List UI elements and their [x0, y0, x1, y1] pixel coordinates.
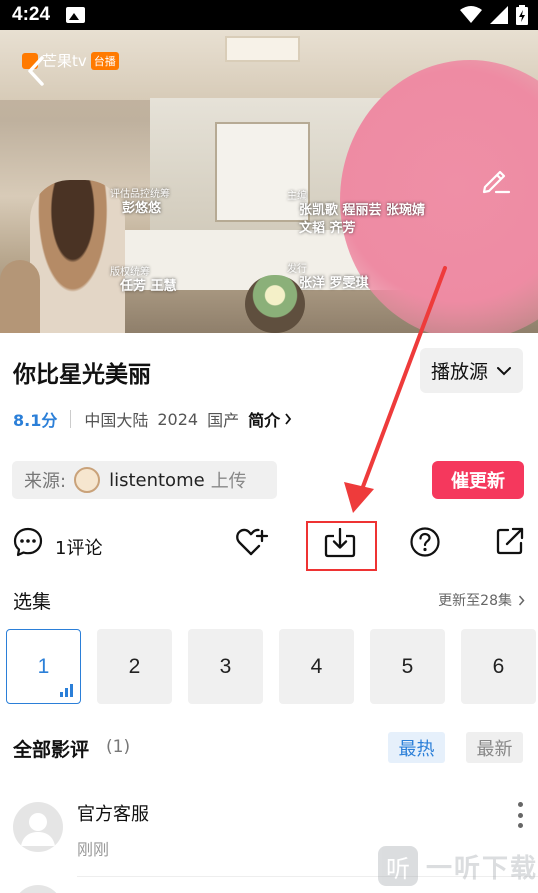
credit-block: 主编 张凯歌 程丽芸 张琬婧 文韬 齐芳	[287, 187, 425, 238]
credit-names: 张洋 罗雯琪	[299, 276, 369, 291]
watermark-logo: 听	[378, 846, 418, 886]
show-title: 你比星光美丽	[13, 362, 151, 388]
comment-button[interactable]	[12, 526, 44, 562]
origin-label: 国产	[207, 411, 240, 430]
sort-hot-tab[interactable]: 最热	[388, 732, 445, 763]
share-icon	[496, 527, 524, 555]
back-arrow-icon	[28, 56, 44, 86]
credit-names: 彭悠悠	[122, 201, 162, 216]
video-frame-person	[0, 260, 40, 333]
episode-item[interactable]: 1	[6, 629, 81, 704]
urge-update-button[interactable]: 催更新	[432, 461, 524, 499]
episode-item[interactable]: 3	[188, 629, 263, 704]
intro-label: 简介	[248, 411, 281, 430]
video-frame-light	[225, 36, 300, 62]
share-button[interactable]	[495, 526, 525, 560]
episode-item[interactable]: 4	[279, 629, 354, 704]
channel-logo-badge: 台播	[90, 51, 119, 70]
episodes-title: 选集	[13, 591, 52, 613]
cell-signal-icon	[490, 6, 508, 24]
more-options-button[interactable]	[512, 802, 528, 828]
episode-number: 6	[492, 654, 505, 678]
episode-list: 1 2 3 4 5 6	[6, 629, 536, 704]
status-icons	[460, 5, 528, 25]
score-badge: 8.1分	[13, 411, 58, 430]
credit-names: 张凯歌 程丽芸 张琬婧 文韬 齐芳	[299, 203, 426, 236]
credit-block: 评估品控统筹 彭悠悠	[110, 185, 170, 218]
video-player[interactable]: 芒果tv 台播 评估品控统筹 彭悠悠 版权统筹 任芳 王慧 主编 张凯歌 程丽芸…	[0, 30, 538, 333]
comment-count[interactable]: 1评论	[55, 534, 102, 560]
credit-block: 发行 张洋 罗雯琪	[287, 260, 369, 293]
user-icon	[21, 813, 55, 846]
dot-icon	[517, 812, 523, 818]
reviews-title: 全部影评	[13, 739, 90, 761]
heart-plus-icon	[236, 528, 269, 556]
region-label: 中国大陆	[84, 411, 149, 430]
review-time: 刚刚	[77, 840, 110, 859]
credit-role: 版权统筹	[110, 267, 150, 278]
uploader-chip[interactable]: 来源: listentome 上传	[12, 461, 277, 499]
play-source-label: 播放源	[430, 361, 488, 383]
credit-block: 版权统筹 任芳 王慧	[110, 263, 177, 296]
reviewer-name: 官方客服	[77, 804, 149, 825]
episode-number: 3	[219, 654, 232, 678]
credit-role: 评估品控统筹	[110, 189, 170, 200]
status-bar: 4:24	[0, 0, 538, 30]
episode-item[interactable]: 2	[97, 629, 172, 704]
episode-item[interactable]: 6	[461, 629, 536, 704]
reviewer-avatar[interactable]	[13, 885, 63, 893]
episode-number: 4	[310, 654, 323, 678]
edit-button[interactable]	[480, 164, 512, 196]
back-button[interactable]	[22, 54, 50, 88]
playing-bars-icon	[60, 684, 73, 697]
watermark-text: 一听下载	[426, 853, 538, 884]
episodes-update-label: 更新至28集	[438, 593, 512, 609]
show-meta: 8.1分 中国大陆 2024 国产 简介	[13, 407, 292, 431]
status-time: 4:24	[12, 4, 51, 25]
sort-new-tab[interactable]: 最新	[466, 732, 523, 763]
episode-item[interactable]: 5	[370, 629, 445, 704]
episode-number: 2	[128, 654, 141, 678]
comment-icon	[13, 527, 43, 557]
play-source-button[interactable]: 播放源	[420, 348, 523, 393]
favorite-button[interactable]	[235, 526, 269, 562]
chevron-right-icon	[518, 595, 525, 605]
battery-icon	[516, 5, 528, 25]
dot-icon	[517, 823, 523, 828]
episode-number: 5	[401, 654, 414, 678]
uploader-action: 上传	[210, 471, 247, 492]
chevron-right-icon	[285, 413, 292, 425]
dot-icon	[517, 802, 523, 807]
chevron-down-icon	[497, 366, 511, 375]
reviewer-avatar[interactable]	[13, 802, 63, 852]
credit-role: 发行	[287, 264, 307, 275]
episode-number: 1	[37, 654, 50, 678]
reviews-count: (1)	[106, 737, 131, 757]
download-highlight-box	[306, 521, 377, 571]
question-icon	[410, 527, 440, 557]
intro-link[interactable]: 简介	[248, 407, 292, 431]
episodes-update-link[interactable]: 更新至28集	[438, 590, 525, 610]
site-watermark: 听 一听下载	[378, 846, 538, 886]
action-bar: 1评论	[0, 518, 538, 573]
wifi-icon	[460, 6, 482, 23]
credit-role: 主编	[287, 191, 307, 202]
meta-divider	[70, 410, 72, 428]
pencil-icon	[482, 170, 511, 194]
credit-names: 任芳 王慧	[120, 279, 177, 294]
uploader-name: listentome	[109, 469, 205, 491]
uploader-avatar	[74, 467, 101, 493]
year-label: 2024	[157, 409, 199, 429]
uploader-source-label: 来源:	[24, 471, 67, 492]
image-notification-icon	[66, 7, 86, 23]
help-button[interactable]	[409, 526, 441, 562]
